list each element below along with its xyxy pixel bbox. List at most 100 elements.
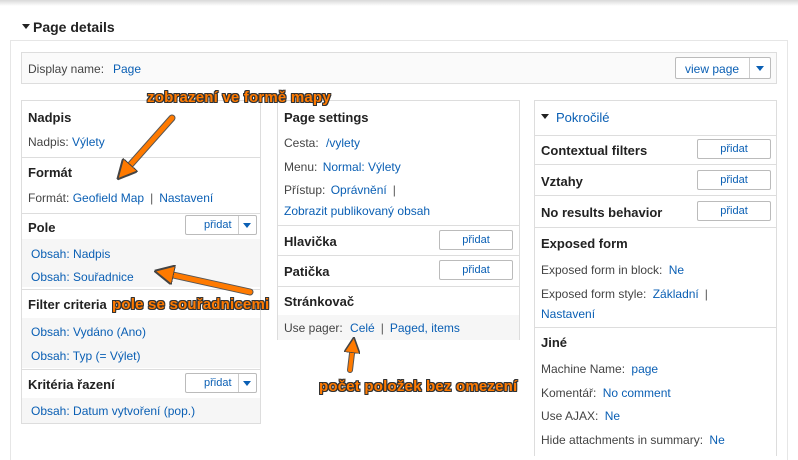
divider <box>535 135 776 136</box>
exposed-style-link[interactable]: Základní <box>653 287 699 301</box>
exposed-style-settings-link[interactable]: Nastavení <box>541 307 595 321</box>
page-details-title: Page details <box>33 19 115 35</box>
filter-heading: Filter criteria <box>28 297 107 312</box>
add-header-button[interactable]: přidat <box>439 230 513 250</box>
add-sort-label: přidat <box>204 377 232 389</box>
add-header-label: přidat <box>462 234 490 246</box>
display-name-link[interactable]: Page <box>113 62 141 76</box>
comment-row: Komentář: No comment <box>541 386 671 400</box>
annotation-count: počet položek bez omezení <box>319 378 518 395</box>
sort-item-created[interactable]: Obsah: Datum vytvoření (pop.) <box>31 404 195 418</box>
divider <box>535 195 776 196</box>
path-link[interactable]: /vylety <box>326 136 360 150</box>
view-page-button[interactable]: view page <box>675 57 771 79</box>
ajax-link[interactable]: Ne <box>605 409 620 423</box>
collapse-triangle-icon <box>541 114 549 120</box>
format-link[interactable]: Geofield Map <box>73 191 144 205</box>
format-row: Formát: Geofield Map | Nastavení <box>28 191 213 205</box>
exposed-block-row: Exposed form in block: Ne <box>541 263 684 277</box>
left-column: Nadpis Nadpis: Výlety Formát Formát: Geo… <box>21 100 261 424</box>
pager-heading: Stránkovač <box>284 294 355 309</box>
exposed-style-row: Exposed form style: Základní | <box>541 287 714 301</box>
footer-heading: Patička <box>284 264 330 279</box>
display-name-label: Display name: <box>28 62 105 76</box>
right-column: Pokročilé Contextual filters přidat Vzta… <box>534 100 777 456</box>
ajax-label: Use AJAX: <box>541 409 599 423</box>
divider <box>278 286 519 287</box>
page-details-toggle[interactable]: Page details <box>22 19 115 35</box>
top-shadow <box>0 0 798 6</box>
machine-name-label: Machine Name: <box>541 362 626 376</box>
add-footer-label: přidat <box>462 264 490 276</box>
add-contextual-button[interactable]: přidat <box>697 139 771 159</box>
pager-label: Use pager: <box>284 321 343 335</box>
advanced-link: Pokročilé <box>556 110 610 125</box>
ajax-row: Use AJAX: Ne <box>541 409 620 423</box>
machine-name-link[interactable]: page <box>631 362 658 376</box>
path-row: Cesta: /vylety <box>284 136 360 150</box>
exposed-block-link[interactable]: Ne <box>669 263 684 277</box>
divider <box>278 225 519 226</box>
access-link[interactable]: Oprávnění <box>331 183 387 197</box>
path-label: Cesta: <box>284 136 319 150</box>
fields-heading: Pole <box>28 220 56 235</box>
divider <box>278 255 519 256</box>
button-separator <box>238 216 239 234</box>
field-item-coordinates[interactable]: Obsah: Souřadnice <box>31 270 134 284</box>
chevron-down-icon[interactable] <box>756 66 764 71</box>
pipe-separator: | <box>150 191 154 205</box>
annotation-map: zobrazení ve formě mapy <box>147 89 331 106</box>
middle-column: Page settings Cesta: /vylety Menu: Norma… <box>277 100 520 340</box>
pipe-separator: | <box>392 183 396 197</box>
relations-heading: Vztahy <box>541 174 583 189</box>
nadpis-heading: Nadpis <box>28 110 72 125</box>
pager-items-link[interactable]: Paged, items <box>390 321 460 335</box>
chevron-down-icon[interactable] <box>243 223 251 228</box>
menu-row: Menu: Normal: Výlety <box>284 160 401 174</box>
add-relations-button[interactable]: přidat <box>697 170 771 190</box>
no-results-heading: No results behavior <box>541 205 663 220</box>
pager-row: Use pager: Celé | Paged, items <box>284 321 460 335</box>
view-page-label: view page <box>685 62 740 76</box>
exposed-form-heading: Exposed form <box>541 236 628 251</box>
add-relations-label: přidat <box>720 174 748 186</box>
divider <box>535 227 776 228</box>
comment-link[interactable]: No comment <box>603 386 671 400</box>
format-heading: Formát <box>28 165 73 180</box>
divider <box>22 213 260 214</box>
filter-item-published[interactable]: Obsah: Vydáno (Ano) <box>31 325 146 339</box>
button-separator <box>749 58 750 78</box>
chevron-down-icon[interactable] <box>243 381 251 386</box>
add-no-results-label: přidat <box>720 205 748 217</box>
button-separator <box>238 374 239 392</box>
filter-item-type[interactable]: Obsah: Typ (= Výlet) <box>31 349 141 363</box>
display-name-bar: Display name: Page view page <box>21 52 777 84</box>
show-published-link[interactable]: Zobrazit publikovaný obsah <box>284 204 430 218</box>
annotation-coordinates: pole se souřadnicemi <box>112 296 270 313</box>
add-sort-button[interactable]: přidat <box>185 373 257 393</box>
add-field-label: přidat <box>204 219 232 231</box>
divider <box>22 369 260 370</box>
nadpis-row: Nadpis: Výlety <box>28 135 105 149</box>
page-settings-heading: Page settings <box>284 110 369 125</box>
contextual-heading: Contextual filters <box>541 143 648 158</box>
format-settings-link[interactable]: Nastavení <box>159 191 213 205</box>
add-field-button[interactable]: přidat <box>185 215 257 235</box>
collapse-triangle-icon <box>22 23 30 29</box>
header-heading: Hlavička <box>284 234 337 249</box>
menu-link[interactable]: Normal: Výlety <box>323 160 401 174</box>
pager-type-link[interactable]: Celé <box>350 321 375 335</box>
divider <box>535 164 776 165</box>
add-no-results-button[interactable]: přidat <box>697 201 771 221</box>
access-label: Přístup: <box>284 183 326 197</box>
menu-label: Menu: <box>284 160 318 174</box>
machine-name-row: Machine Name: page <box>541 362 658 376</box>
add-contextual-label: přidat <box>720 143 748 155</box>
hide-attachments-link[interactable]: Ne <box>709 433 724 447</box>
field-item-title[interactable]: Obsah: Nadpis <box>31 247 110 261</box>
add-footer-button[interactable]: přidat <box>439 260 513 280</box>
advanced-toggle[interactable]: Pokročilé <box>541 110 609 125</box>
nadpis-link[interactable]: Výlety <box>72 135 105 149</box>
divider <box>535 327 776 328</box>
other-heading: Jiné <box>541 335 568 350</box>
